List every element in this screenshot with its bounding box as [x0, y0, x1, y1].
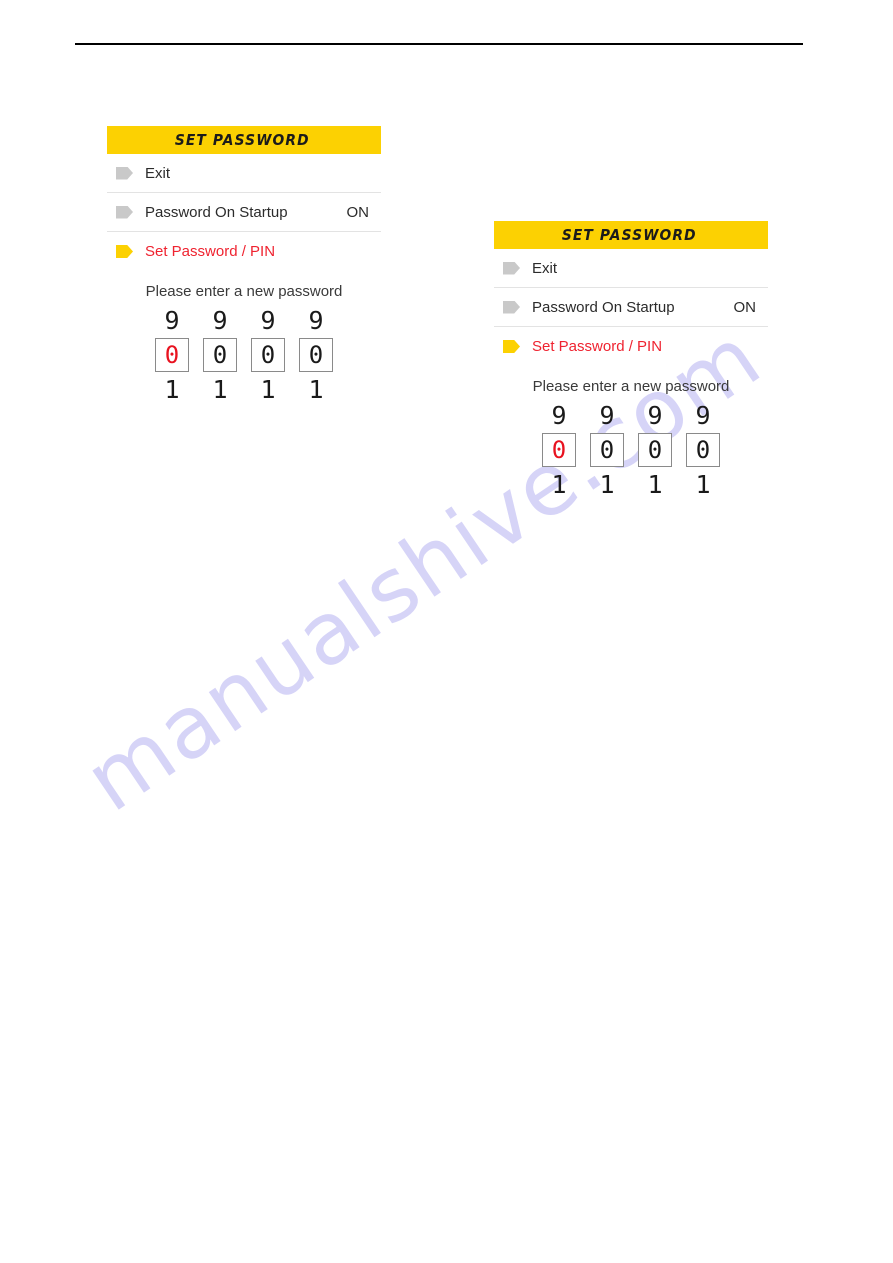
screen-title: SET PASSWORD — [174, 131, 310, 149]
digit-column[interactable]: 9 0 1 — [251, 306, 285, 405]
digit-column[interactable]: 9 0 1 — [299, 306, 333, 405]
digit-below-value: 1 — [212, 375, 228, 404]
document-page: SET PASSWORD Exit Password On Startup ON… — [0, 0, 893, 1263]
digit-box[interactable]: 0 — [155, 338, 189, 372]
digit-above-value: 9 — [212, 306, 228, 335]
screen-title-bar: SET PASSWORD — [494, 221, 768, 249]
digit-below-value: 1 — [164, 375, 180, 404]
menu-item-label: Exit — [145, 164, 171, 182]
digit-box[interactable]: 0 — [299, 338, 333, 372]
password-digit-grid: 9 0 1 9 0 1 9 0 1 9 0 1 — [494, 401, 768, 500]
menu-item-label: Set Password / PIN — [145, 243, 276, 260]
digit-box[interactable]: 0 — [686, 433, 720, 467]
digit-value: 0 — [212, 341, 228, 369]
digit-value: 0 — [551, 436, 567, 464]
digit-value: 0 — [647, 436, 663, 464]
digit-above-value: 9 — [551, 401, 567, 430]
digit-value: 0 — [599, 436, 615, 464]
arrow-marker-icon — [116, 205, 133, 219]
set-password-screen-right: SET PASSWORD Exit Password On Startup ON… — [494, 221, 768, 500]
digit-below-value: 1 — [551, 470, 567, 499]
screen-title: SET PASSWORD — [561, 226, 697, 244]
digit-above-value: 9 — [164, 306, 180, 335]
digit-column[interactable]: 9 0 1 — [155, 306, 189, 405]
menu-item-set-password-pin[interactable]: Set Password / PIN — [107, 232, 381, 271]
password-digit-grid: 9 0 1 9 0 1 9 0 1 9 0 1 — [107, 306, 381, 405]
digit-box[interactable]: 0 — [638, 433, 672, 467]
digit-below-value: 1 — [599, 470, 615, 499]
digit-above-value: 9 — [695, 401, 711, 430]
digit-value: 0 — [164, 341, 180, 369]
digit-column[interactable]: 9 0 1 — [203, 306, 237, 405]
digit-below-value: 1 — [260, 375, 276, 404]
menu-item-password-on-startup[interactable]: Password On Startup ON — [107, 193, 381, 232]
arrow-marker-icon — [503, 300, 520, 314]
digit-above-value: 9 — [308, 306, 324, 335]
arrow-marker-icon-selected — [503, 340, 520, 353]
menu-item-exit[interactable]: Exit — [494, 249, 768, 288]
menu-item-label: Set Password / PIN — [532, 338, 663, 355]
menu-item-label: Password On Startup — [145, 203, 288, 221]
menu-item-value: ON — [733, 298, 757, 316]
digit-below-value: 1 — [308, 375, 324, 404]
password-prompt: Please enter a new password — [145, 283, 343, 300]
menu-item-label: Exit — [532, 259, 558, 277]
arrow-marker-icon-selected — [116, 245, 133, 258]
digit-below-value: 1 — [695, 470, 711, 499]
digit-box[interactable]: 0 — [590, 433, 624, 467]
digit-above-value: 9 — [599, 401, 615, 430]
menu-item-set-password-pin[interactable]: Set Password / PIN — [494, 327, 768, 366]
watermark: manualshive.com — [68, 307, 796, 1080]
menu-item-value: ON — [346, 203, 370, 221]
digit-column[interactable]: 9 0 1 — [590, 401, 624, 500]
set-password-screen-left: SET PASSWORD Exit Password On Startup ON… — [107, 126, 381, 405]
menu-item-exit[interactable]: Exit — [107, 154, 381, 193]
digit-column[interactable]: 9 0 1 — [686, 401, 720, 500]
password-prompt: Please enter a new password — [532, 378, 730, 395]
digit-box[interactable]: 0 — [203, 338, 237, 372]
arrow-marker-icon — [116, 166, 133, 180]
screen-title-bar: SET PASSWORD — [107, 126, 381, 154]
digit-above-value: 9 — [647, 401, 663, 430]
menu-item-password-on-startup[interactable]: Password On Startup ON — [494, 288, 768, 327]
digit-above-value: 9 — [260, 306, 276, 335]
digit-box[interactable]: 0 — [542, 433, 576, 467]
digit-below-value: 1 — [647, 470, 663, 499]
digit-column[interactable]: 9 0 1 — [638, 401, 672, 500]
page-header-rule — [75, 43, 803, 45]
digit-value: 0 — [695, 436, 711, 464]
menu-item-label: Password On Startup — [532, 298, 675, 316]
digit-value: 0 — [260, 341, 276, 369]
digit-value: 0 — [308, 341, 324, 369]
arrow-marker-icon — [503, 261, 520, 275]
digit-box[interactable]: 0 — [251, 338, 285, 372]
digit-column[interactable]: 9 0 1 — [542, 401, 576, 500]
